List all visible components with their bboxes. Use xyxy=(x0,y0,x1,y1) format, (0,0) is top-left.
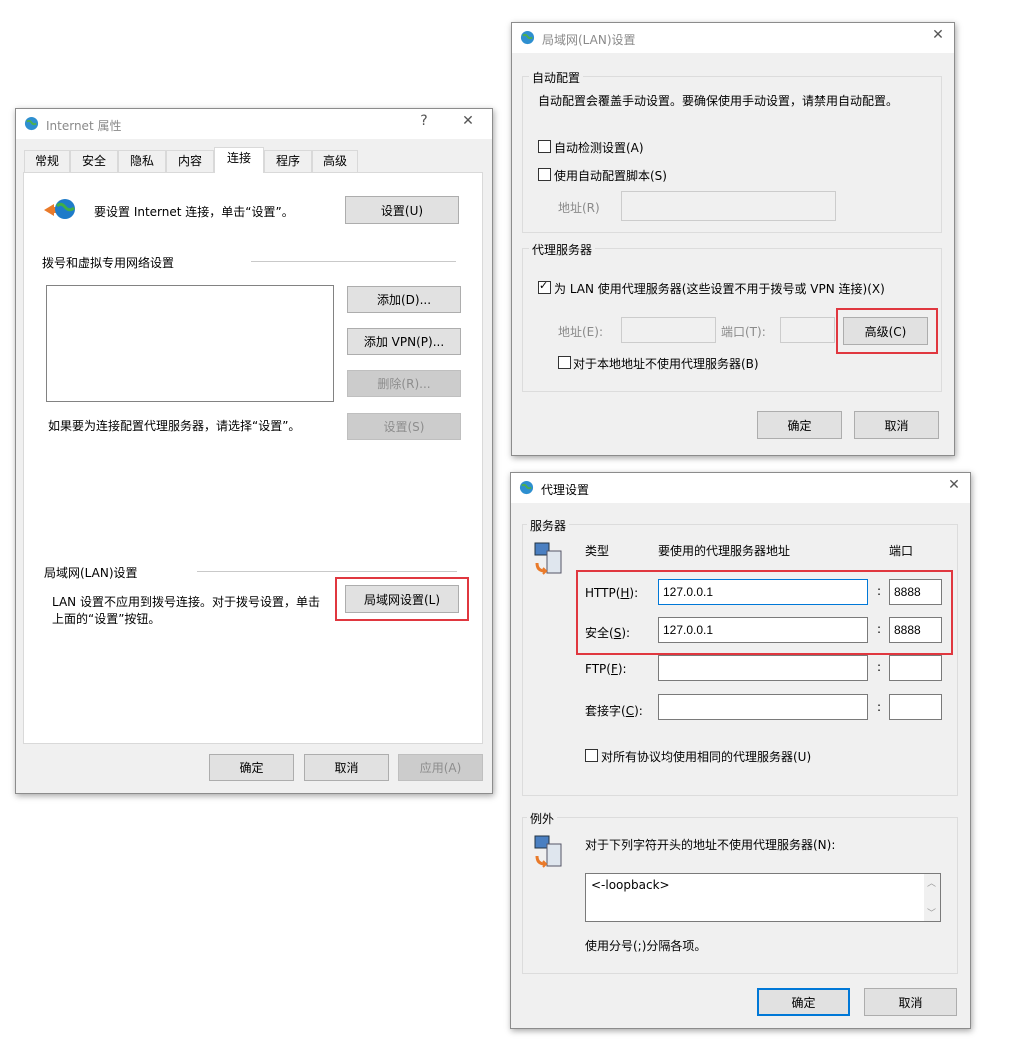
socks-port-input[interactable] xyxy=(889,694,942,720)
script-address-label: 地址(R) xyxy=(558,201,600,215)
divider xyxy=(197,571,457,572)
proxy-address-label: 地址(E): xyxy=(558,325,603,339)
internet-connect-icon xyxy=(44,199,75,219)
highlight-box xyxy=(836,308,938,354)
auto-detect-checkbox[interactable] xyxy=(538,140,551,153)
column-port-header: 端口 xyxy=(889,544,914,558)
proxy-address-input[interactable] xyxy=(621,317,716,343)
internet-options-icon xyxy=(520,30,535,45)
exceptions-description: 对于下列字符开头的地址不使用代理服务器(N): xyxy=(585,838,836,852)
close-button[interactable]: ✕ xyxy=(458,113,478,129)
add-connection-button[interactable]: 添加(D)... xyxy=(347,286,461,313)
title-bar: 代理设置 ✕ xyxy=(511,473,970,503)
ftp-port-input[interactable] xyxy=(889,655,942,681)
column-address-header: 要使用的代理服务器地址 xyxy=(658,544,791,558)
lan-description-line1: LAN 设置不应用到拨号连接。对于拨号设置，单击 xyxy=(52,595,320,609)
ftp-address-input[interactable] xyxy=(658,655,868,681)
setup-connection-text: 要设置 Internet 连接，单击“设置”。 xyxy=(94,205,294,219)
proxy-port-input[interactable] xyxy=(780,317,835,343)
connection-settings-button[interactable]: 设置(S) xyxy=(347,413,461,440)
highlight-box xyxy=(335,577,469,621)
tab-content[interactable]: 内容 xyxy=(166,150,214,172)
auto-config-group-label: 自动配置 xyxy=(529,69,584,86)
connections-list[interactable] xyxy=(46,285,334,402)
lan-description-line2: 上面的“设置”按钮。 xyxy=(52,612,161,626)
socks-label: 套接字(C): xyxy=(585,704,643,718)
use-proxy-label[interactable]: 为 LAN 使用代理服务器(这些设置不用于拨号或 VPN 连接)(X) xyxy=(554,280,885,297)
setup-button[interactable]: 设置(U) xyxy=(345,196,459,224)
separator-hint: 使用分号(;)分隔各项。 xyxy=(585,939,707,953)
socks-address-input[interactable] xyxy=(658,694,868,720)
lan-heading: 局域网(LAN)设置 xyxy=(44,566,138,580)
port-separator: : xyxy=(877,660,882,674)
dialup-vpn-heading: 拨号和虚拟专用网络设置 xyxy=(42,256,175,270)
bypass-local-checkbox[interactable] xyxy=(558,356,571,369)
ok-button[interactable]: 确定 xyxy=(209,754,294,781)
same-proxy-checkbox[interactable] xyxy=(585,749,598,762)
auto-detect-label[interactable]: 自动检测设置(A) xyxy=(554,139,644,156)
ok-button[interactable]: 确定 xyxy=(757,411,842,439)
exceptions-value: <-loopback> xyxy=(591,878,670,892)
tab-advanced[interactable]: 高级 xyxy=(312,150,358,172)
title-bar: Internet 属性 ? ✕ xyxy=(16,109,492,139)
auto-script-label[interactable]: 使用自动配置脚本(S) xyxy=(554,167,667,184)
network-computer-icon xyxy=(534,542,562,575)
script-address-input[interactable] xyxy=(621,191,836,221)
internet-options-icon xyxy=(24,116,39,131)
cancel-button[interactable]: 取消 xyxy=(864,988,957,1016)
dialog-title: 代理设置 xyxy=(541,483,590,497)
close-button[interactable]: ✕ xyxy=(944,477,964,493)
exceptions-group-label: 例外 xyxy=(527,810,558,827)
exceptions-textarea[interactable]: <-loopback> ︿ ﹀ xyxy=(585,873,941,922)
internet-options-icon xyxy=(519,480,534,495)
delete-button[interactable]: 删除(R)... xyxy=(347,370,461,397)
apply-button[interactable]: 应用(A) xyxy=(398,754,483,781)
same-proxy-label[interactable]: 对所有协议均使用相同的代理服务器(U) xyxy=(601,748,811,765)
proxy-hint-text: 如果要为连接配置代理服务器，请选择“设置”。 xyxy=(48,419,301,433)
title-bar: 局域网(LAN)设置 ✕ xyxy=(512,23,954,53)
bypass-local-label[interactable]: 对于本地地址不使用代理服务器(B) xyxy=(573,355,759,372)
scroll-up-icon[interactable]: ︿ xyxy=(927,876,936,889)
cancel-button[interactable]: 取消 xyxy=(854,411,939,439)
network-computer-icon xyxy=(534,835,562,868)
dialog-title: 局域网(LAN)设置 xyxy=(542,33,636,47)
tab-security[interactable]: 安全 xyxy=(70,150,118,172)
use-proxy-checkbox[interactable] xyxy=(538,279,551,294)
column-type-header: 类型 xyxy=(585,544,610,558)
textarea-scrollbar[interactable]: ︿ ﹀ xyxy=(924,874,940,921)
divider xyxy=(251,261,456,262)
dialog-title: Internet 属性 xyxy=(46,119,122,133)
tab-programs[interactable]: 程序 xyxy=(264,150,312,172)
highlight-box xyxy=(576,570,953,655)
ftp-label: FTP(F): xyxy=(585,662,627,676)
close-button[interactable]: ✕ xyxy=(928,27,948,43)
tab-connections[interactable]: 连接 xyxy=(214,147,264,173)
tab-general[interactable]: 常规 xyxy=(24,150,70,172)
cancel-button[interactable]: 取消 xyxy=(304,754,389,781)
auto-config-description: 自动配置会覆盖手动设置。要确保使用手动设置，请禁用自动配置。 xyxy=(538,94,899,108)
proxy-port-label: 端口(T): xyxy=(721,325,766,339)
servers-group-label: 服务器 xyxy=(527,517,570,534)
add-vpn-button[interactable]: 添加 VPN(P)... xyxy=(347,328,461,355)
scroll-down-icon[interactable]: ﹀ xyxy=(927,906,936,919)
help-button[interactable]: ? xyxy=(414,113,434,129)
proxy-server-group-label: 代理服务器 xyxy=(529,241,596,258)
tab-privacy[interactable]: 隐私 xyxy=(118,150,166,172)
port-separator: : xyxy=(877,700,882,714)
ok-button[interactable]: 确定 xyxy=(757,988,850,1016)
auto-script-checkbox[interactable] xyxy=(538,168,551,181)
